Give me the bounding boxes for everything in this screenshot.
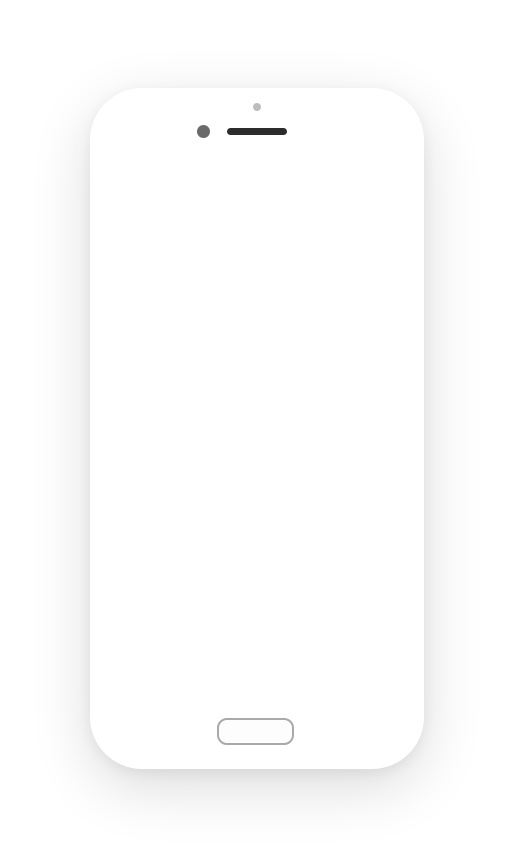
earpiece-speaker: [227, 128, 287, 135]
front-camera-icon: [197, 125, 210, 138]
phone-screen: [104, 154, 410, 702]
phone-frame: [90, 88, 424, 769]
proximity-sensor: [253, 103, 261, 111]
canvas: [0, 0, 514, 866]
home-button[interactable]: [217, 718, 294, 745]
